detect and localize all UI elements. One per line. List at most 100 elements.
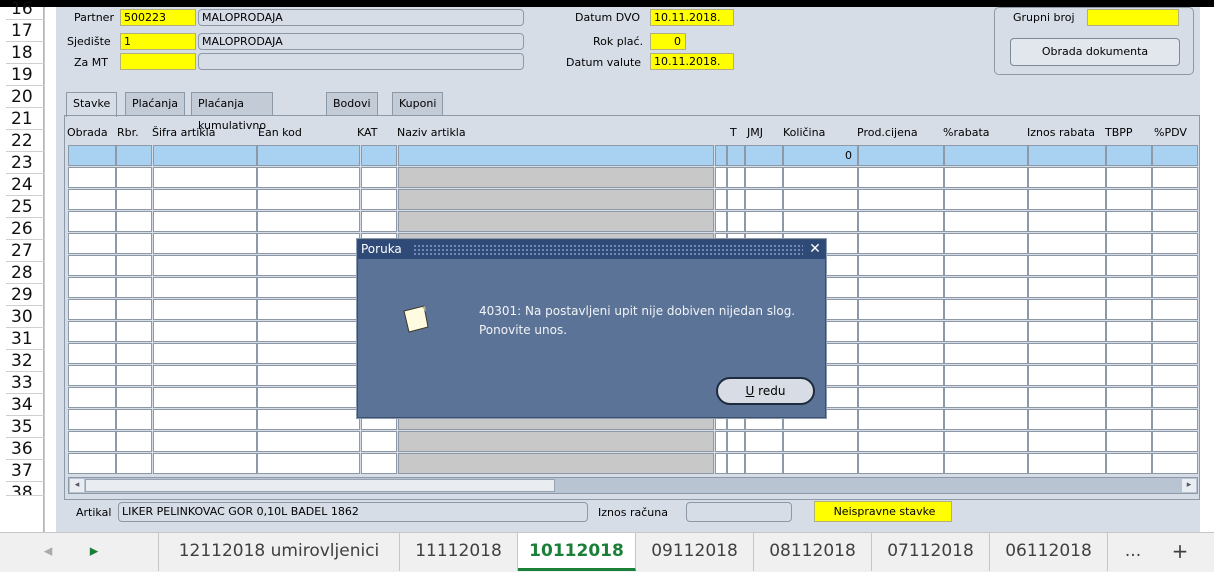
table-cell[interactable] — [153, 189, 257, 210]
table-cell[interactable] — [116, 321, 152, 342]
table-cell[interactable] — [257, 233, 360, 254]
table-cell[interactable] — [858, 431, 944, 452]
tab-placanja[interactable]: Plaćanja — [125, 92, 185, 116]
table-cell[interactable] — [153, 409, 257, 430]
table-cell[interactable] — [398, 211, 714, 232]
table-cell[interactable] — [944, 167, 1028, 188]
table-cell[interactable] — [745, 167, 783, 188]
table-cell[interactable] — [1106, 409, 1152, 430]
sheet-tab-10112018[interactable]: 10112018 — [518, 533, 636, 571]
table-cell[interactable] — [745, 431, 783, 452]
row-number[interactable]: 38 — [6, 482, 44, 496]
table-cell[interactable] — [944, 233, 1028, 254]
table-cell[interactable] — [745, 453, 783, 474]
table-cell[interactable] — [944, 343, 1028, 364]
table-cell[interactable] — [68, 211, 116, 232]
table-cell[interactable] — [858, 387, 944, 408]
table-cell[interactable] — [858, 321, 944, 342]
row-number[interactable]: 18 — [6, 42, 44, 64]
table-cell[interactable] — [1152, 431, 1198, 452]
row-number[interactable]: 21 — [6, 108, 44, 130]
table-cell[interactable] — [68, 387, 116, 408]
table-cell[interactable] — [1106, 453, 1152, 474]
table-cell[interactable] — [361, 145, 397, 166]
table-cell[interactable] — [944, 365, 1028, 386]
table-cell[interactable] — [361, 189, 397, 210]
table-cell[interactable] — [715, 453, 727, 474]
row-number[interactable]: 29 — [6, 284, 44, 306]
table-cell[interactable] — [116, 145, 152, 166]
table-cell[interactable] — [1152, 387, 1198, 408]
table-cell[interactable] — [1028, 167, 1106, 188]
partner-code-field[interactable]: 500223 — [120, 9, 196, 26]
table-cell[interactable] — [1106, 277, 1152, 298]
table-cell[interactable] — [1028, 189, 1106, 210]
row-number[interactable]: 31 — [6, 328, 44, 350]
tab-placanja-kumulativno[interactable]: Plaćanja kumulativno — [191, 92, 274, 132]
tab-bodovi[interactable]: Bodovi — [326, 92, 378, 116]
row-number[interactable]: 26 — [6, 218, 44, 240]
table-cell[interactable] — [257, 453, 360, 474]
row-number[interactable]: 32 — [6, 350, 44, 372]
table-cell[interactable] — [68, 299, 116, 320]
table-cell[interactable] — [1028, 321, 1106, 342]
obrada-dokumenta-button[interactable]: Obrada dokumenta — [1010, 38, 1180, 66]
grupni-broj-field[interactable] — [1087, 9, 1179, 26]
table-cell[interactable] — [944, 387, 1028, 408]
table-cell[interactable] — [68, 277, 116, 298]
table-cell[interactable] — [116, 211, 152, 232]
sheet-tab-06112018[interactable]: 06112018 — [990, 533, 1108, 571]
table-cell[interactable] — [1152, 299, 1198, 320]
table-cell[interactable] — [1106, 211, 1152, 232]
table-cell[interactable] — [727, 167, 745, 188]
sheet-tab-08112018[interactable]: 08112018 — [754, 533, 872, 571]
rok-plac-field[interactable]: 0 — [650, 33, 686, 50]
table-cell[interactable] — [153, 145, 257, 166]
sheet-tab-11112018[interactable]: 11112018 — [400, 533, 518, 571]
table-cell[interactable] — [257, 409, 360, 430]
tab-stavke[interactable]: Stavke — [66, 92, 118, 117]
row-number[interactable]: 17 — [6, 20, 44, 42]
artikal-field[interactable]: LIKER PELINKOVAC GOR 0,10L BADEL 1862 — [118, 502, 588, 522]
add-sheet-icon[interactable]: + — [1160, 533, 1200, 571]
horizontal-scrollbar[interactable]: ◂ ▸ — [68, 477, 1198, 494]
table-cell[interactable] — [153, 387, 257, 408]
table-cell[interactable] — [153, 321, 257, 342]
sheet-tab-09112018[interactable]: 09112018 — [636, 533, 754, 571]
table-cell[interactable] — [153, 233, 257, 254]
table-cell[interactable] — [153, 167, 257, 188]
table-cell[interactable] — [783, 453, 858, 474]
table-cell[interactable] — [783, 431, 858, 452]
table-cell[interactable] — [944, 145, 1028, 166]
row-number[interactable]: 22 — [6, 130, 44, 152]
row-number[interactable]: 34 — [6, 394, 44, 416]
table-cell[interactable] — [68, 453, 116, 474]
table-cell[interactable] — [361, 453, 397, 474]
table-cell[interactable] — [1152, 211, 1198, 232]
table-cell[interactable] — [1028, 277, 1106, 298]
next-sheet-icon[interactable]: ▸ — [76, 533, 112, 571]
ok-button[interactable]: U redu — [716, 377, 815, 405]
table-cell[interactable] — [858, 453, 944, 474]
table-cell[interactable] — [1028, 409, 1106, 430]
table-cell[interactable] — [858, 277, 944, 298]
table-cell[interactable] — [1028, 431, 1106, 452]
row-number[interactable]: 19 — [6, 64, 44, 86]
za-mt-desc-field[interactable] — [198, 53, 524, 70]
table-cell[interactable] — [944, 431, 1028, 452]
table-cell[interactable] — [727, 189, 745, 210]
table-cell[interactable] — [858, 365, 944, 386]
table-cell[interactable] — [398, 167, 714, 188]
table-cell[interactable] — [1106, 233, 1152, 254]
table-cell[interactable] — [1106, 167, 1152, 188]
table-cell[interactable] — [1028, 255, 1106, 276]
table-cell[interactable] — [68, 321, 116, 342]
more-sheets-button[interactable]: ... — [1110, 533, 1156, 571]
row-number[interactable]: 37 — [6, 460, 44, 482]
table-cell[interactable] — [153, 255, 257, 276]
table-cell[interactable] — [944, 453, 1028, 474]
close-icon[interactable]: ✕ — [808, 240, 822, 259]
datum-dvo-field[interactable]: 10.11.2018. — [650, 9, 734, 26]
table-cell[interactable] — [1106, 365, 1152, 386]
table-cell[interactable] — [153, 365, 257, 386]
